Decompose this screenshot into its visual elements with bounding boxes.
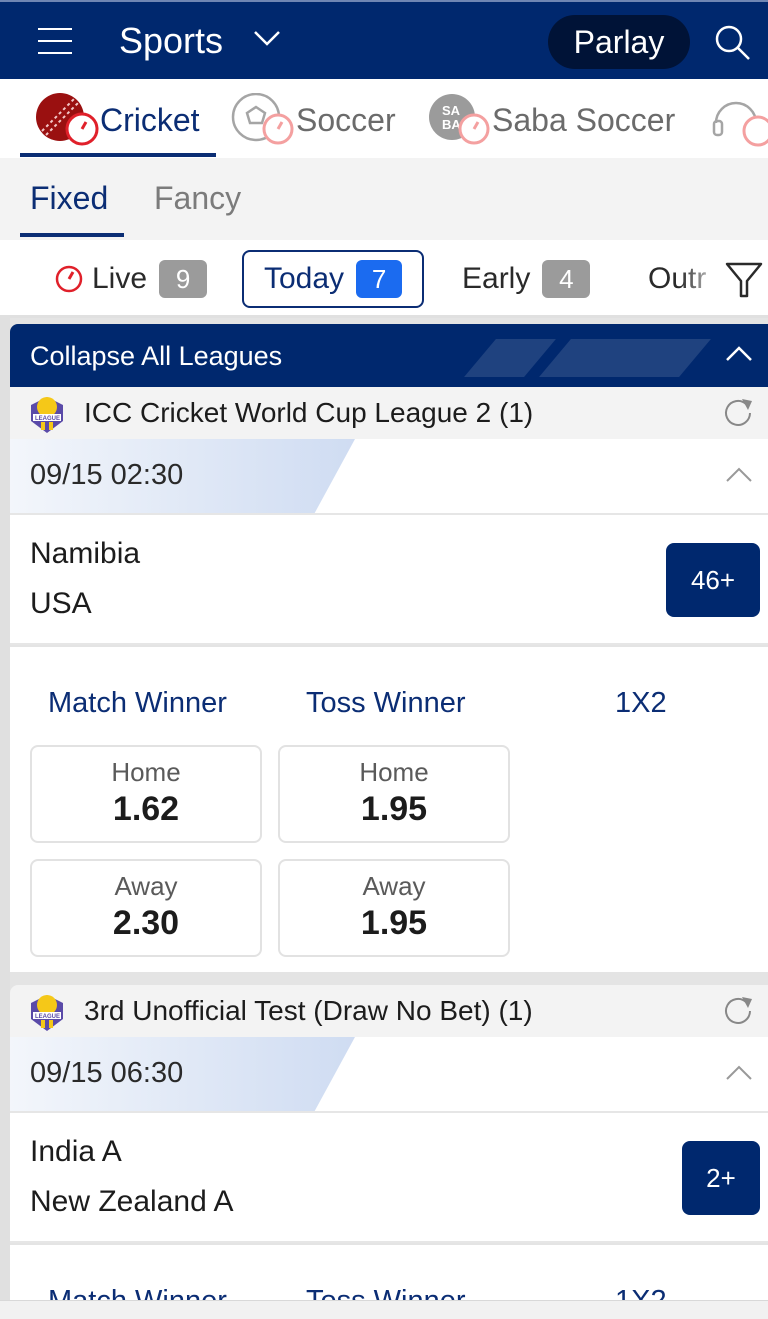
away-team: USA xyxy=(30,587,92,620)
refresh-icon[interactable] xyxy=(720,395,756,431)
league-header[interactable]: LEAGUE 3rd Unofficial Test (Draw No Bet)… xyxy=(10,985,768,1037)
chevron-up-icon xyxy=(726,346,752,361)
odds-label: Away xyxy=(362,871,426,901)
hamburger-menu-button[interactable] xyxy=(38,28,72,54)
odds-button[interactable]: Home 1.62 xyxy=(30,745,262,843)
date-filter-bar: Live 9 Today 7 Early 4 Outr xyxy=(0,240,768,318)
odds-label: Home xyxy=(359,757,429,787)
match-teams-row[interactable]: India A New Zealand A 2+ xyxy=(10,1113,768,1243)
parlay-button[interactable]: Parlay xyxy=(548,15,690,69)
odds-label: Away xyxy=(114,871,178,901)
saba-soccer-icon: SA BA xyxy=(429,94,490,145)
filter-label: Live xyxy=(92,262,148,295)
count-badge: 4 xyxy=(542,260,591,298)
filter-icon[interactable] xyxy=(724,260,764,300)
league-name: ICC Cricket World Cup League 2 (1) xyxy=(84,397,534,428)
odds-button[interactable]: Away 2.30 xyxy=(30,859,262,957)
count-badge: 9 xyxy=(159,260,208,298)
hamburger-icon xyxy=(38,28,72,30)
top-header: Sports Parlay xyxy=(0,0,768,79)
svg-text:LEAGUE: LEAGUE xyxy=(35,416,60,422)
market-header-match-winner[interactable]: Match Winner xyxy=(48,687,227,720)
league-name: 3rd Unofficial Test (Draw No Bet) (1) xyxy=(84,995,533,1026)
league-badge-icon: LEAGUE xyxy=(31,397,63,433)
market-header-toss-winner[interactable]: Toss Winner xyxy=(306,687,466,720)
refresh-icon[interactable] xyxy=(720,993,756,1029)
collapse-all-leagues-button[interactable]: Collapse All Leagues xyxy=(10,324,768,387)
cricket-ball-icon xyxy=(36,93,99,146)
left-rail xyxy=(0,318,10,1300)
sport-tab-esports[interactable] xyxy=(710,95,768,147)
odds-value: 1.95 xyxy=(360,790,428,828)
odds-value: 1.95 xyxy=(360,904,428,942)
sports-tab-bar: Cricket Soccer SA BA Saba Soccer xyxy=(0,79,768,158)
chevron-up-icon[interactable] xyxy=(724,1063,754,1083)
tab-fancy[interactable]: Fancy xyxy=(154,180,241,217)
sport-label: Cricket xyxy=(100,101,200,138)
market-header-1x2[interactable]: 1X2 xyxy=(615,687,667,720)
decorative-stripe xyxy=(539,339,711,377)
home-team: India A xyxy=(30,1135,122,1168)
markets-panel: Match Winner Toss Winner 1X2 Home 1.62 H… xyxy=(10,647,768,972)
odds-label: Home xyxy=(111,757,181,787)
headset-icon xyxy=(712,101,768,147)
filter-tab-early[interactable]: Early 4 xyxy=(462,250,591,308)
match-time-bar: 09/15 06:30 xyxy=(10,1037,768,1113)
match-time-bar: 09/15 02:30 xyxy=(10,439,768,515)
chevron-up-icon[interactable] xyxy=(724,465,754,485)
more-markets-button[interactable]: 2+ xyxy=(682,1141,760,1215)
filter-label: Early xyxy=(462,262,531,295)
collapse-all-label: Collapse All Leagues xyxy=(30,341,283,371)
more-markets-button[interactable]: 46+ xyxy=(666,543,760,617)
away-team: New Zealand A xyxy=(30,1185,234,1218)
sport-tab-cricket[interactable]: Cricket xyxy=(34,93,200,146)
sport-label: Soccer xyxy=(296,101,396,138)
league-badge-icon: LEAGUE xyxy=(31,995,63,1031)
sport-tab-soccer[interactable]: Soccer xyxy=(230,93,396,145)
sport-label: Saba Soccer xyxy=(492,101,676,138)
filter-tab-live[interactable]: Live 9 xyxy=(54,250,208,308)
filter-tab-today[interactable]: Today 7 xyxy=(242,250,425,308)
svg-text:SA: SA xyxy=(442,103,461,118)
chevron-down-icon[interactable] xyxy=(252,28,282,48)
match-teams-row[interactable]: Namibia USA 46+ xyxy=(10,515,768,645)
live-clock-icon xyxy=(55,265,83,293)
soccer-ball-icon xyxy=(231,93,294,145)
markets-panel: Match Winner Toss Winner 1X2 xyxy=(10,1245,768,1305)
odds-button[interactable]: Away 1.95 xyxy=(278,859,510,957)
home-team: Namibia xyxy=(30,537,141,570)
odds-button[interactable]: Home 1.95 xyxy=(278,745,510,843)
search-icon[interactable] xyxy=(714,24,752,62)
count-badge: 7 xyxy=(356,260,403,298)
svg-text:BA: BA xyxy=(442,117,461,132)
mode-tab-bar: Fixed Fancy xyxy=(0,158,768,240)
scroll-fade xyxy=(680,240,724,315)
sports-title-dropdown[interactable]: Sports xyxy=(119,20,223,62)
tab-fixed[interactable]: Fixed xyxy=(30,180,108,217)
league-header[interactable]: LEAGUE ICC Cricket World Cup League 2 (1… xyxy=(10,387,768,439)
odds-value: 1.62 xyxy=(112,790,180,828)
odds-value: 2.30 xyxy=(112,904,180,942)
svg-text:LEAGUE: LEAGUE xyxy=(35,1014,60,1020)
filter-label: Today xyxy=(264,262,345,295)
match-time: 09/15 02:30 xyxy=(30,459,184,491)
active-mode-indicator xyxy=(20,233,124,237)
active-sport-indicator xyxy=(20,153,216,157)
match-time: 09/15 06:30 xyxy=(30,1057,184,1089)
bottom-toolbar xyxy=(0,1300,768,1319)
sport-tab-saba-soccer[interactable]: SA BA Saba Soccer xyxy=(426,94,676,145)
